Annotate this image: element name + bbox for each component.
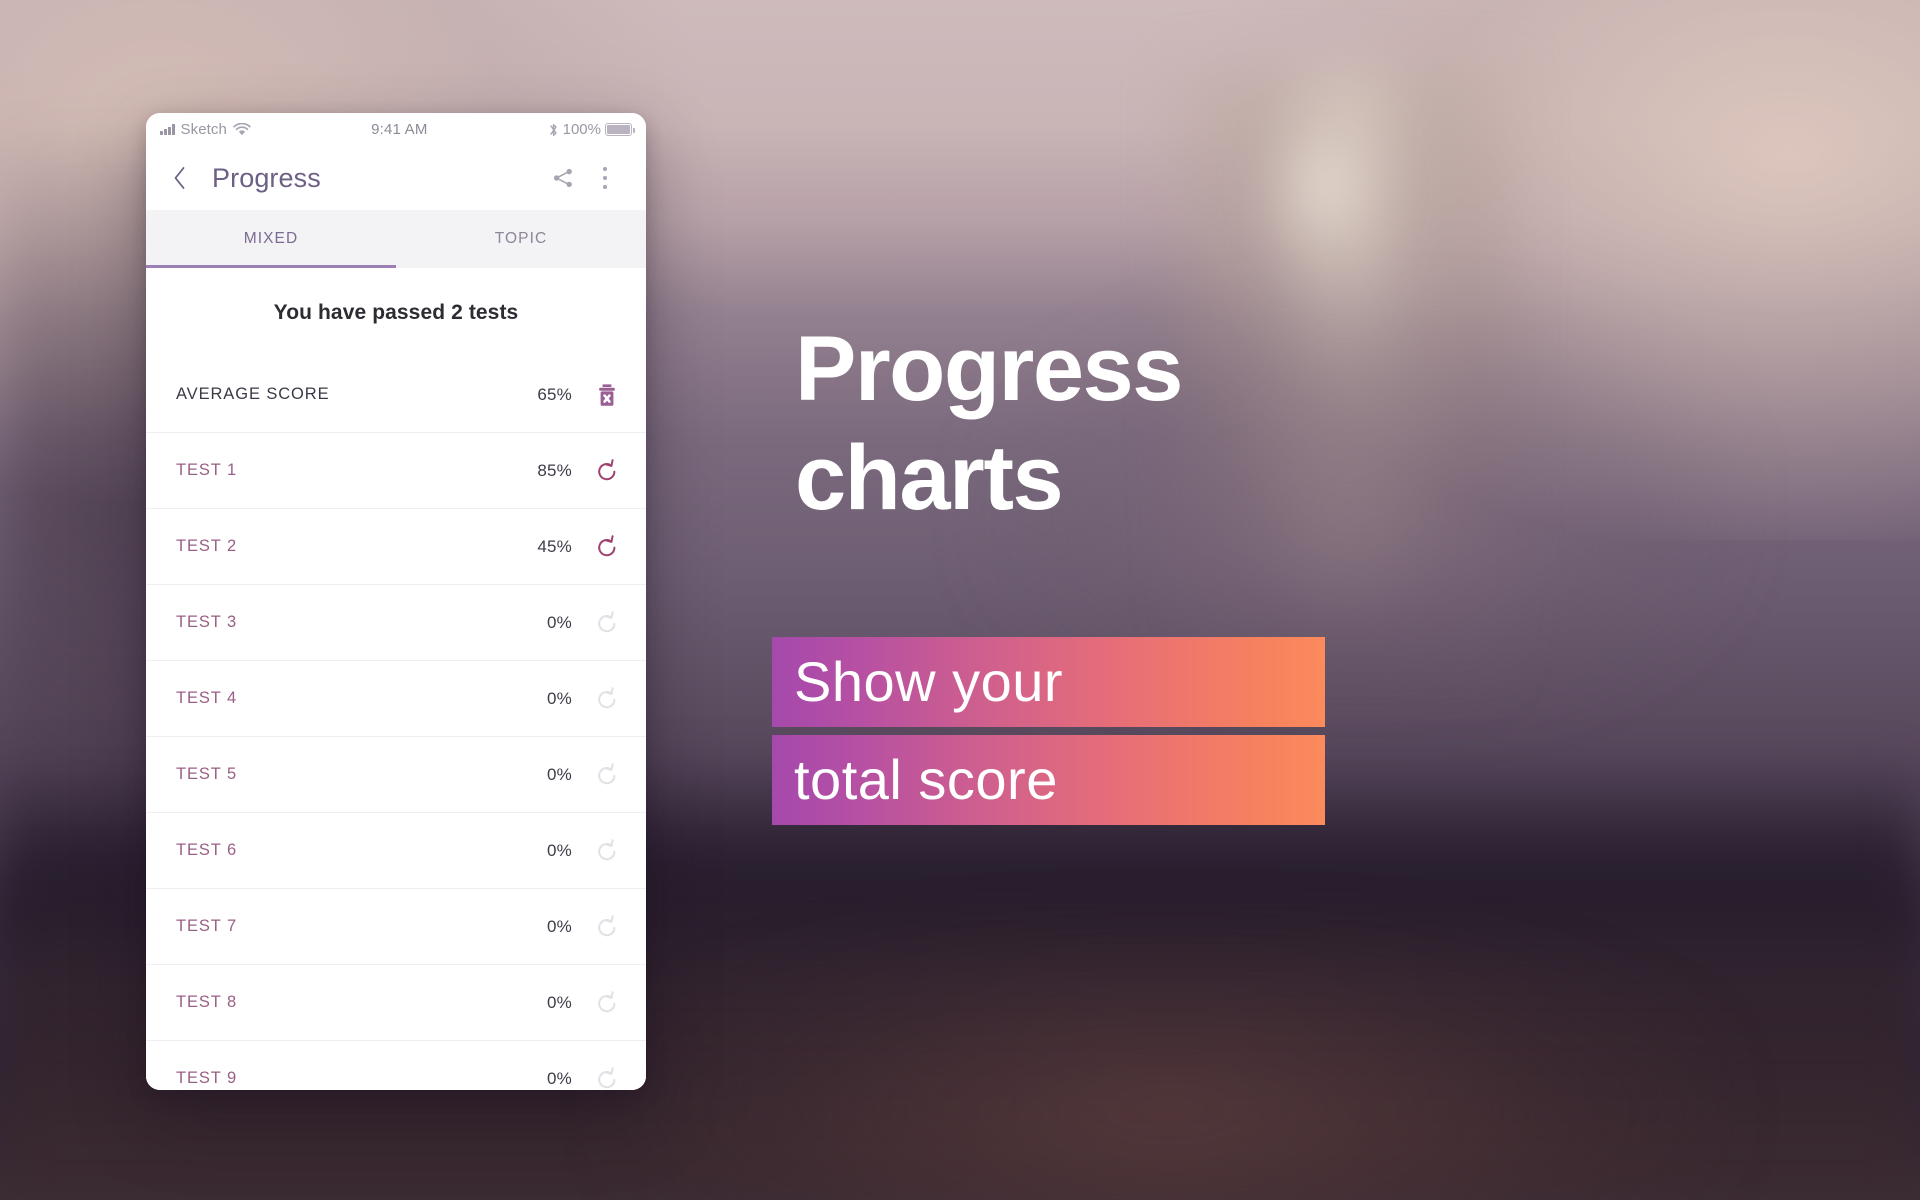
restart-button-disabled <box>590 682 624 716</box>
row-label: TEST 4 <box>176 689 238 707</box>
restart-button-disabled <box>590 758 624 792</box>
overflow-menu-button[interactable] <box>584 157 626 199</box>
restart-icon <box>598 686 616 708</box>
restart-icon <box>598 458 616 480</box>
promo-subheadline-line-1: Show your <box>772 637 1325 727</box>
wifi-icon <box>233 123 251 136</box>
promo-subheadline-line-2: total score <box>772 735 1325 825</box>
row-label: TEST 2 <box>176 537 238 555</box>
carrier-label: Sketch <box>180 121 227 138</box>
status-bar-right: 100% <box>548 121 635 138</box>
row-label: TEST 6 <box>176 841 238 859</box>
tab-mixed-label: MIXED <box>243 230 299 247</box>
trash-delete-icon <box>599 383 615 406</box>
status-bar-left: Sketch <box>160 121 251 138</box>
battery-full-icon <box>605 123 635 136</box>
tab-topic[interactable]: TOPIC <box>396 210 646 268</box>
promo-subheadline: Show your total score <box>772 637 1325 825</box>
row-score: 0% <box>547 612 572 632</box>
restart-button-disabled <box>590 834 624 868</box>
row-score: 45% <box>537 536 572 556</box>
row-label: TEST 8 <box>176 993 238 1011</box>
back-button[interactable] <box>160 158 200 198</box>
table-row[interactable]: TEST 5 0% <box>146 737 646 813</box>
row-score: 0% <box>547 916 572 936</box>
row-label: TEST 5 <box>176 765 238 783</box>
delete-button[interactable] <box>590 378 624 412</box>
share-icon <box>553 168 572 188</box>
tab-topic-label: TOPIC <box>494 230 548 247</box>
restart-button[interactable] <box>590 454 624 488</box>
restart-button-disabled <box>590 606 624 640</box>
table-row[interactable]: AVERAGE SCORE 65% <box>146 357 646 433</box>
restart-icon <box>598 990 616 1012</box>
row-score: 0% <box>547 840 572 860</box>
restart-button-disabled <box>590 1062 624 1091</box>
row-score: 0% <box>547 992 572 1012</box>
restart-button[interactable] <box>590 530 624 564</box>
chevron-left-icon <box>174 167 185 189</box>
table-row[interactable]: TEST 2 45% <box>146 509 646 585</box>
promo-headline-line-1: Progress <box>795 318 1183 420</box>
promo-headline-line-2: charts <box>795 426 1064 529</box>
table-row[interactable]: TEST 3 0% <box>146 585 646 661</box>
row-score: 0% <box>547 764 572 784</box>
status-bar: Sketch 9:41 AM 100% <box>146 113 646 146</box>
background-bottom-warm-glow <box>620 930 1720 1200</box>
background-blurred-figure-head <box>1260 110 1390 280</box>
table-row[interactable]: TEST 9 0% <box>146 1041 646 1090</box>
row-label: TEST 1 <box>176 461 238 479</box>
row-label: AVERAGE SCORE <box>176 385 330 403</box>
row-label: TEST 7 <box>176 917 238 935</box>
row-score: 0% <box>547 1068 572 1088</box>
restart-icon <box>598 610 616 632</box>
table-row[interactable]: TEST 4 0% <box>146 661 646 737</box>
restart-button-disabled <box>590 986 624 1020</box>
tab-bar: MIXED TOPIC <box>146 210 646 268</box>
row-score: 0% <box>547 688 572 708</box>
table-row[interactable]: TEST 6 0% <box>146 813 646 889</box>
row-score: 85% <box>537 460 572 480</box>
phone-mockup: Sketch 9:41 AM 100% Progress MIXED TOPIC… <box>146 113 646 1090</box>
bluetooth-icon <box>548 122 559 138</box>
battery-percent-label: 100% <box>562 121 601 138</box>
restart-button-disabled <box>590 910 624 944</box>
row-label: TEST 9 <box>176 1069 238 1087</box>
table-row[interactable]: TEST 1 85% <box>146 433 646 509</box>
status-bar-time: 9:41 AM <box>371 121 428 138</box>
row-score: 65% <box>537 384 572 404</box>
restart-icon <box>598 838 616 860</box>
promo-headline: Progress charts <box>795 315 1555 532</box>
table-row[interactable]: TEST 8 0% <box>146 965 646 1041</box>
restart-icon <box>598 914 616 936</box>
app-bar: Progress <box>146 146 646 210</box>
restart-icon <box>598 534 616 556</box>
share-button[interactable] <box>542 157 584 199</box>
test-list: AVERAGE SCORE 65% TEST 1 85% TEST 2 45% … <box>146 357 646 1090</box>
restart-icon <box>598 762 616 784</box>
table-row[interactable]: TEST 7 0% <box>146 889 646 965</box>
signal-bars-icon <box>160 124 175 135</box>
row-label: TEST 3 <box>176 613 238 631</box>
more-vertical-icon <box>602 166 608 190</box>
page-title: Progress <box>212 162 321 193</box>
restart-icon <box>598 1066 616 1088</box>
tab-mixed[interactable]: MIXED <box>146 210 396 268</box>
summary-text: You have passed 2 tests <box>146 268 646 357</box>
